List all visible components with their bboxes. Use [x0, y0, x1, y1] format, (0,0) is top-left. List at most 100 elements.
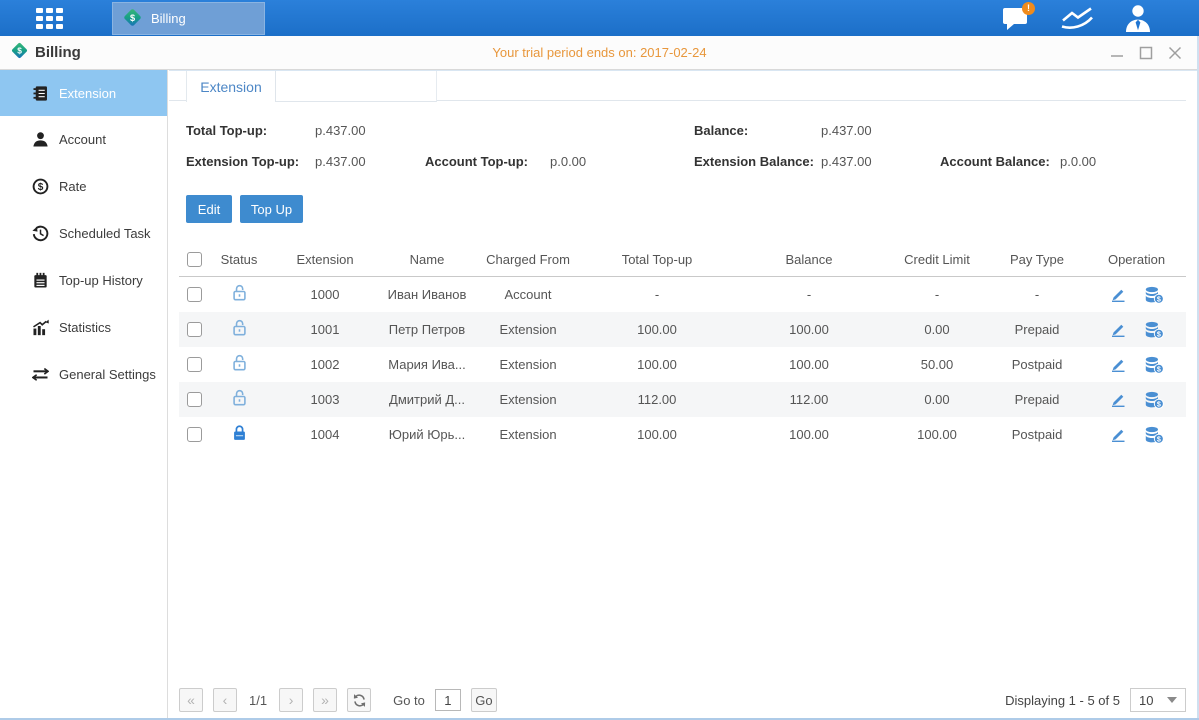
goto-label: Go to [393, 693, 425, 708]
close-icon[interactable] [1167, 45, 1183, 61]
sidebar: ExtensionAccount $ Rate Scheduled TaskTop-u… [0, 70, 168, 718]
tab-strip-border-right [437, 100, 1186, 101]
minimize-icon[interactable] [1109, 45, 1125, 61]
svg-text:$: $ [1157, 330, 1161, 338]
history-clock-icon [31, 225, 49, 242]
checkbox-cell [179, 287, 209, 302]
window-controls [1109, 36, 1183, 69]
cell-credit-limit: - [887, 287, 987, 302]
topup-icon[interactable]: $ [1144, 286, 1164, 304]
messages-button[interactable]: ! [999, 3, 1033, 33]
extension-table: StatusExtensionNameCharged FromTotal Top… [179, 243, 1186, 452]
cell-extension: 1001 [269, 322, 381, 337]
cell-total-topup: - [583, 287, 731, 302]
checkbox-cell [179, 427, 209, 442]
sidebar-item-account[interactable]: Account [0, 116, 167, 163]
row-checkbox[interactable] [187, 322, 202, 337]
row-checkbox[interactable] [187, 427, 202, 442]
sidebar-item-top-up-history[interactable]: Top-up History [0, 257, 167, 304]
edit-icon[interactable] [1109, 286, 1127, 303]
taskbar-tab-billing[interactable]: $ Billing [112, 2, 265, 35]
sidebar-item-label: General Settings [59, 367, 156, 382]
notification-badge: ! [1022, 2, 1035, 15]
edit-icon[interactable] [1109, 321, 1127, 338]
row-checkbox[interactable] [187, 392, 202, 407]
checkbox-cell [179, 322, 209, 337]
topup-icon[interactable]: $ [1144, 391, 1164, 409]
cell-credit-limit: 0.00 [887, 322, 987, 337]
cell-balance: 100.00 [731, 322, 887, 337]
tab-strip-border-left [169, 100, 186, 101]
taskbar-tab-label: Billing [151, 11, 186, 26]
tab-extension[interactable]: Extension [186, 71, 276, 102]
column-header: Name [381, 252, 473, 267]
first-page-button[interactable]: « [179, 688, 203, 712]
sidebar-item-scheduled-task[interactable]: Scheduled Task [0, 210, 167, 257]
edit-icon[interactable] [1109, 426, 1127, 443]
page-size-select[interactable]: 10 [1130, 688, 1186, 712]
sidebar-item-general-settings[interactable]: General Settings [0, 351, 167, 398]
cell-name: Петр Петров [381, 322, 473, 337]
resource-monitor-button[interactable] [1060, 3, 1094, 33]
cell-balance: 112.00 [731, 392, 887, 407]
cell-credit-limit: 100.00 [887, 427, 987, 442]
user-account-button[interactable] [1121, 3, 1155, 33]
cell-name: Юрий Юрь... [381, 427, 473, 442]
sidebar-item-extension[interactable]: Extension [0, 70, 167, 116]
cell-credit-limit: 0.00 [887, 392, 987, 407]
operation-cell: $ [1087, 426, 1186, 444]
next-page-button[interactable]: › [279, 688, 303, 712]
topup-icon[interactable]: $ [1144, 356, 1164, 374]
sidebar-item-label: Statistics [59, 320, 111, 335]
cell-name: Мария Ива... [381, 357, 473, 372]
refresh-icon [352, 693, 367, 708]
status-cell [209, 389, 269, 410]
select-all-checkbox[interactable] [187, 252, 202, 267]
sidebar-item-rate[interactable]: $ Rate [0, 163, 167, 210]
cell-charged-from: Extension [473, 392, 583, 407]
cell-balance: 100.00 [731, 357, 887, 372]
unlocked-padlock-icon [231, 319, 248, 340]
checkbox-cell [179, 392, 209, 407]
cell-extension: 1004 [269, 427, 381, 442]
prev-page-button[interactable]: ‹ [213, 688, 237, 712]
svg-text:$: $ [130, 12, 135, 22]
sidebar-item-statistics[interactable]: Statistics [0, 304, 167, 351]
edit-icon[interactable] [1109, 356, 1127, 373]
column-header: Operation [1087, 252, 1186, 267]
cell-total-topup: 100.00 [583, 427, 731, 442]
user-icon [1123, 4, 1153, 32]
sidebar-item-label: Rate [59, 179, 86, 194]
cell-balance: 100.00 [731, 427, 887, 442]
edit-button[interactable]: Edit [186, 195, 232, 223]
maximize-icon[interactable] [1138, 45, 1154, 61]
operation-cell: $ [1087, 321, 1186, 339]
edit-icon[interactable] [1109, 391, 1127, 408]
unlocked-padlock-icon [231, 284, 248, 305]
balance-label: Balance: [694, 123, 748, 138]
cell-pay-type: - [987, 287, 1087, 302]
dollar-circle-icon: $ [31, 178, 49, 195]
cell-name: Иван Иванов [381, 287, 473, 302]
window-header: Your trial period ends on: 2017-02-24 $ … [0, 36, 1199, 70]
row-checkbox[interactable] [187, 357, 202, 372]
cell-charged-from: Extension [473, 427, 583, 442]
topup-icon[interactable]: $ [1144, 426, 1164, 444]
line-chart-icon [1060, 5, 1094, 31]
extension-balance-label: Extension Balance: [694, 154, 814, 169]
last-page-button[interactable]: » [313, 688, 337, 712]
select-all-cell [179, 252, 209, 267]
row-checkbox[interactable] [187, 287, 202, 302]
status-cell [209, 284, 269, 305]
apps-grid-icon[interactable] [36, 8, 63, 29]
refresh-button[interactable] [347, 688, 371, 712]
cell-total-topup: 100.00 [583, 357, 731, 372]
go-button[interactable]: Go [471, 688, 497, 712]
table-row: 1003Дмитрий Д...Extension112.00112.000.0… [179, 382, 1186, 417]
top-up-button[interactable]: Top Up [240, 195, 303, 223]
cell-pay-type: Postpaid [987, 427, 1087, 442]
topup-icon[interactable]: $ [1144, 321, 1164, 339]
goto-page-input[interactable] [435, 689, 461, 711]
account-balance-label: Account Balance: [940, 154, 1050, 169]
notepad-icon [31, 272, 49, 289]
